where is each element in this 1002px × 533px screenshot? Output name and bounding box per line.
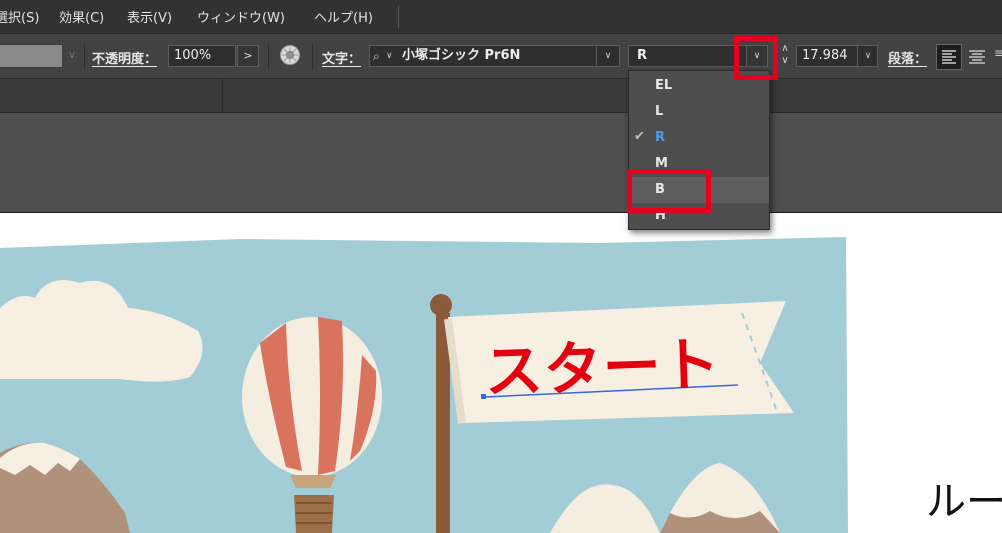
flag-text[interactable]: スタート [483,317,722,409]
menu-view[interactable]: 表示(V) [127,7,172,26]
document-tab-strip [0,79,1002,113]
chevron-down-icon[interactable]: ∨ [62,45,82,67]
align-right-icon[interactable]: ≡ [994,46,1002,66]
highlight-box-dropdown-button [734,36,778,80]
chevron-down-icon[interactable]: ∨ [857,46,877,66]
font-style-option-l[interactable]: L [629,99,769,125]
divider [84,44,85,70]
balloon-neck [290,475,336,488]
opacity-label[interactable]: 不透明度： [92,48,157,67]
menu-window[interactable]: ウィンドウ(W) [197,7,285,26]
font-style-value: R [637,48,648,63]
font-size-stepper[interactable]: ∧ ∨ [778,43,792,69]
menu-bar: 選択(S) 効果(C) 表示(V) ウィンドウ(W) ヘルプ(H) [0,0,1002,34]
menu-effect[interactable]: 効果(C) [59,7,104,26]
paragraph-label[interactable]: 段落： [888,48,927,67]
menu-help[interactable]: ヘルプ(H) [314,7,373,26]
font-family-field[interactable]: ⌕ ∨ 小塚ゴシック Pr6N ∨ [369,45,620,67]
chevron-right-icon[interactable]: > [237,45,259,67]
divider [268,44,269,70]
pasteboard [0,113,1002,213]
divider [222,79,223,112]
control-bar: ∨ 不透明度： 100% > 文字： ⌕ ∨ 小塚ゴシック Pr6N ∨ R ∨… [0,34,1002,79]
checkmark-icon: ✔ [634,129,645,144]
font-size-input[interactable]: 17.984 ∨ [796,45,878,67]
font-style-option-r[interactable]: ✔ R [629,125,769,151]
divider [312,44,313,70]
artboard[interactable]: スタート ルー [0,213,1002,533]
opacity-input[interactable]: 100% [168,45,236,67]
recolor-artwork-icon[interactable] [280,45,300,65]
chevron-down-icon[interactable]: ∨ [596,46,619,66]
font-family-value: 小塚ゴシック Pr6N [402,48,521,63]
menu-select[interactable]: 選択(S) [0,7,39,26]
align-left-icon[interactable] [936,44,962,70]
stroke-swatch[interactable] [0,45,62,67]
font-size-value: 17.984 [802,48,848,63]
side-text[interactable]: ルー [926,469,1002,527]
chevron-down-icon[interactable]: ∨ [386,46,393,66]
menu-divider [398,6,399,28]
character-label[interactable]: 文字： [322,48,361,67]
highlight-box-option-b [627,169,711,213]
align-center-icon[interactable] [966,44,988,70]
search-icon[interactable]: ⌕ [373,46,380,66]
flagpole-top [430,294,452,316]
